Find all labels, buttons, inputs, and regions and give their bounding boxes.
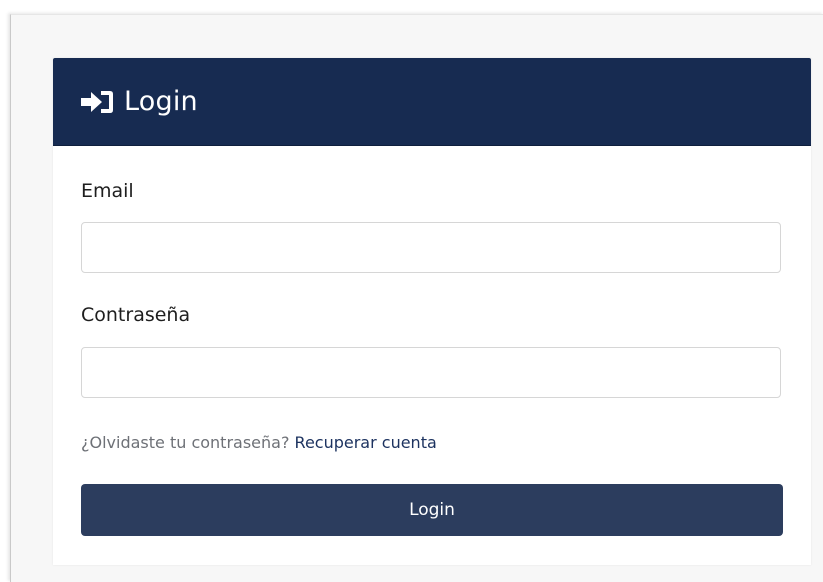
login-card-header: Login [53, 58, 811, 146]
forgot-password-line: ¿Olvidaste tu contraseña? Recuperar cuen… [81, 433, 437, 452]
email-label: Email [81, 180, 134, 202]
sign-in-icon [79, 88, 115, 116]
forgot-password-text: ¿Olvidaste tu contraseña? [81, 433, 290, 452]
password-field[interactable] [81, 347, 781, 398]
card-title: Login [124, 86, 198, 117]
password-label: Contraseña [81, 304, 191, 326]
login-button[interactable]: Login [81, 484, 783, 536]
login-card: Login Email Contraseña ¿Olvidaste tu con… [53, 58, 811, 565]
recover-account-link[interactable]: Recuperar cuenta [295, 433, 437, 452]
window-frame: Login Email Contraseña ¿Olvidaste tu con… [10, 14, 823, 582]
email-field[interactable] [81, 222, 781, 273]
